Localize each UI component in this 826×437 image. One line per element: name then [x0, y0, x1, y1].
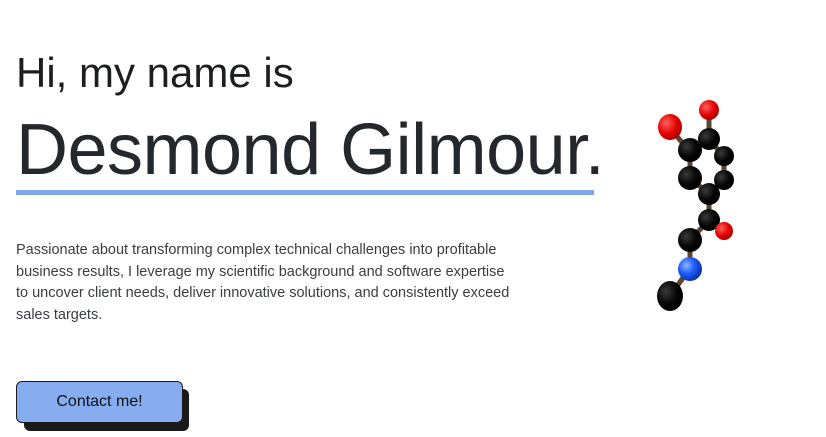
molecule-3d-model[interactable] [640, 90, 750, 320]
hero-section: Hi, my name is Desmond Gilmour. Passiona… [0, 0, 826, 437]
bio-paragraph: Passionate about transforming complex te… [16, 242, 510, 323]
name-heading-wrap: Desmond Gilmour. [16, 108, 605, 192]
carbon-atom [657, 281, 683, 311]
nitrogen-atom [678, 257, 702, 281]
contact-button[interactable]: Contact me! [16, 381, 183, 423]
greeting-text: Hi, my name is [16, 49, 294, 96]
oxygen-atom [658, 114, 682, 140]
carbon-atom [698, 183, 720, 205]
molecule-atoms [657, 100, 734, 311]
oxygen-atom [715, 222, 733, 240]
carbon-atom [678, 228, 702, 252]
oxygen-atom [699, 100, 719, 120]
carbon-atom [678, 166, 702, 190]
name-heading: Desmond Gilmour. [16, 110, 605, 190]
name-underline [16, 190, 594, 195]
carbon-atom [714, 146, 734, 166]
carbon-atom [678, 138, 702, 162]
